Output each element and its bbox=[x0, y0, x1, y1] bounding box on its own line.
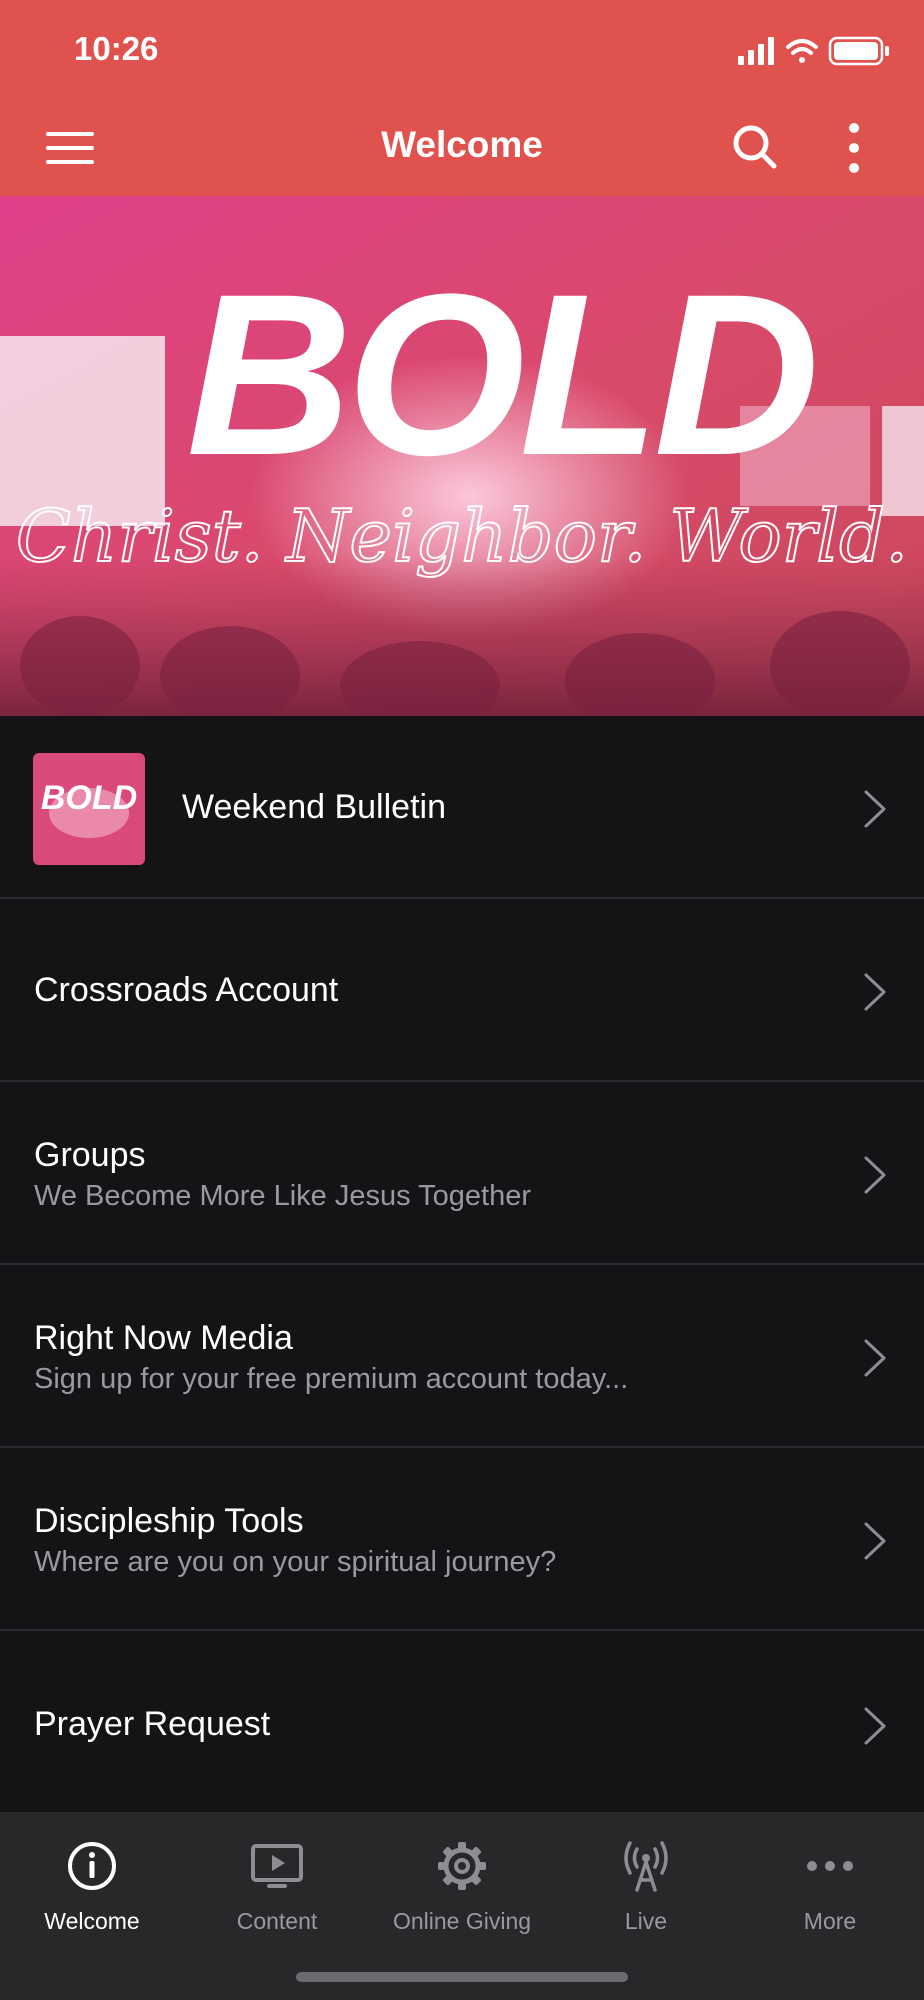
vertical-ellipsis-icon[interactable] bbox=[836, 120, 872, 176]
chevron-right-icon bbox=[864, 1156, 886, 1194]
tab-online-giving[interactable]: Online Giving bbox=[370, 1812, 554, 1952]
gear-icon bbox=[438, 1842, 486, 1890]
chevron-right-icon bbox=[864, 1522, 886, 1560]
list-item-crossroads-account[interactable]: Crossroads Account bbox=[0, 899, 924, 1082]
bulletin-thumbnail: BOLD bbox=[33, 753, 145, 865]
list-item-groups[interactable]: Groups We Become More Like Jesus Togethe… bbox=[0, 1082, 924, 1265]
hero-headline: BOLD bbox=[186, 246, 814, 503]
list-item-discipleship-tools[interactable]: Discipleship Tools Where are you on your… bbox=[0, 1448, 924, 1631]
status-time: 10:26 bbox=[74, 30, 159, 67]
home-indicator bbox=[296, 1972, 628, 1982]
tab-label: More bbox=[803, 1908, 857, 1934]
list-item-subtitle: Sign up for your free premium account to… bbox=[34, 1363, 629, 1395]
list-item-subtitle: We Become More Like Jesus Together bbox=[34, 1180, 532, 1212]
chevron-right-icon bbox=[864, 1707, 886, 1745]
tab-live[interactable]: Live bbox=[554, 1812, 738, 1952]
list-item-title: Prayer Request bbox=[34, 1705, 271, 1743]
menu-list: BOLD Weekend Bulletin Crossroads Account… bbox=[0, 716, 924, 1809]
tab-more[interactable]: More bbox=[738, 1812, 922, 1952]
page-title: Welcome bbox=[381, 124, 543, 165]
tab-welcome[interactable]: Welcome bbox=[0, 1812, 184, 1952]
tab-label: Online Giving bbox=[392, 1908, 532, 1934]
top-app-bar: 10:26 Welcome bbox=[0, 0, 924, 196]
list-item-title: Groups bbox=[34, 1136, 146, 1174]
search-icon[interactable] bbox=[730, 122, 780, 172]
list-item-title: Weekend Bulletin bbox=[182, 788, 446, 826]
list-item-title: Discipleship Tools bbox=[34, 1502, 304, 1540]
hero-banner[interactable]: BOLD Christ. Neighbor. World. bbox=[0, 196, 924, 716]
tab-content[interactable]: Content bbox=[185, 1812, 369, 1952]
chevron-right-icon bbox=[864, 790, 886, 828]
list-item-prayer-request[interactable]: Prayer Request bbox=[0, 1631, 924, 1809]
tab-label: Welcome bbox=[44, 1908, 140, 1934]
list-item-title: Crossroads Account bbox=[34, 971, 339, 1009]
hero-image: BOLD Christ. Neighbor. World. bbox=[0, 196, 924, 716]
hero-tagline: Christ. Neighbor. World. bbox=[16, 494, 908, 578]
list-item-right-now-media[interactable]: Right Now Media Sign up for your free pr… bbox=[0, 1265, 924, 1448]
tv-play-icon bbox=[251, 1844, 303, 1888]
cellular-signal-icon bbox=[738, 37, 774, 65]
list-item-title: Right Now Media bbox=[34, 1319, 293, 1357]
info-circle-icon bbox=[68, 1842, 116, 1890]
thumbnail-text: BOLD bbox=[41, 779, 137, 817]
chevron-right-icon bbox=[864, 973, 886, 1011]
tab-label: Content bbox=[236, 1908, 318, 1934]
chevron-right-icon bbox=[864, 1339, 886, 1377]
broadcast-antenna-icon bbox=[624, 1841, 668, 1892]
list-item-weekend-bulletin[interactable]: BOLD Weekend Bulletin bbox=[0, 716, 924, 899]
battery-icon bbox=[828, 36, 889, 66]
wifi-icon bbox=[786, 39, 818, 63]
list-item-subtitle: Where are you on your spiritual journey? bbox=[34, 1546, 557, 1578]
tab-label: Live bbox=[624, 1908, 668, 1934]
status-icons bbox=[738, 36, 889, 66]
horizontal-ellipsis-icon bbox=[807, 1861, 853, 1871]
